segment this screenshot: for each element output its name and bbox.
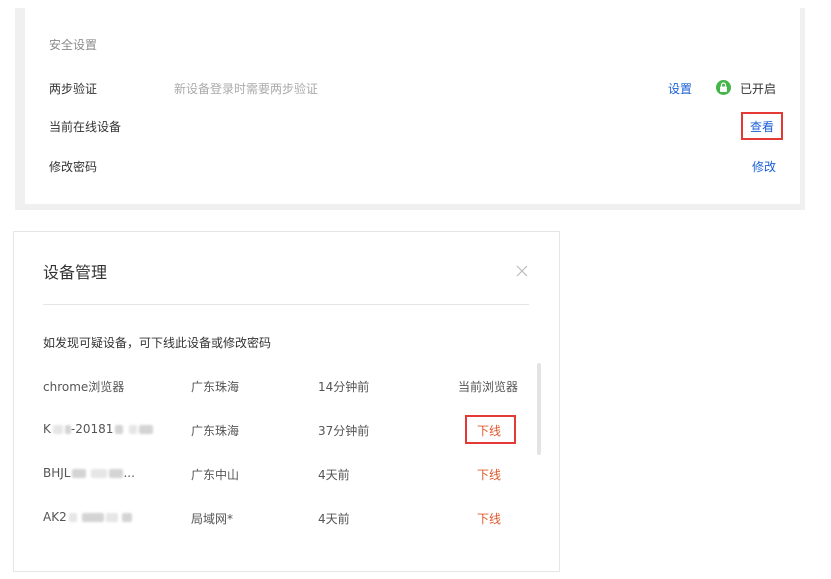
device-time: 4天前 <box>318 468 350 482</box>
close-icon[interactable] <box>516 265 528 277</box>
device-row: AK2 局域网* 4天前 下线 <box>14 506 529 530</box>
device-name: K -20181 <box>43 422 154 436</box>
change-password-label: 修改密码 <box>49 160 98 174</box>
device-time: 4天前 <box>318 512 350 526</box>
redacted-text <box>121 513 132 522</box>
security-settings-title: 安全设置 <box>49 38 98 52</box>
offline-button-highlight <box>465 415 516 444</box>
view-devices-highlight: 查看 <box>741 112 783 140</box>
online-devices-row: 当前在线设备 <box>25 114 800 138</box>
device-time: 37分钟前 <box>318 424 370 438</box>
change-password-row: 修改密码 修改 <box>25 154 800 178</box>
offline-button[interactable]: 下线 <box>477 510 501 527</box>
device-name: AK2 <box>43 510 132 524</box>
device-row: K -20181 广东珠海 37分钟前 下线 <box>14 418 529 442</box>
device-management-dialog: 设备管理 如发现可疑设备，可下线此设备或修改密码 chrome浏览器 广东珠海 … <box>13 231 560 572</box>
redacted-text <box>129 425 138 434</box>
device-location: 广东珠海 <box>191 380 240 394</box>
device-name-visible: -20181 <box>70 422 114 436</box>
view-devices-link[interactable]: 查看 <box>750 120 774 134</box>
device-row: chrome浏览器 广东珠海 14分钟前 当前浏览器 <box>14 374 529 398</box>
redacted-text <box>91 469 108 478</box>
security-settings-card: 安全设置 两步验证 新设备登录时需要两步验证 设置 已开启 当前在线设备 查看 … <box>25 8 800 204</box>
redacted-text <box>64 425 71 434</box>
redacted-text <box>115 425 124 434</box>
dialog-divider <box>43 304 529 305</box>
device-name-prefix: K <box>43 422 51 436</box>
redacted-text <box>68 513 77 522</box>
redacted-text <box>109 469 124 478</box>
redacted-text <box>105 513 118 522</box>
device-name-prefix: AK2 <box>43 510 67 524</box>
redacted-text <box>72 469 87 478</box>
change-password-link[interactable]: 修改 <box>752 158 776 175</box>
online-devices-label: 当前在线设备 <box>49 120 122 134</box>
device-current-state: 当前浏览器 <box>458 380 519 394</box>
two-step-row: 两步验证 新设备登录时需要两步验证 设置 已开启 <box>25 76 800 100</box>
device-row: BHJL... 广东中山 4天前 下线 <box>14 462 529 486</box>
two-step-description: 新设备登录时需要两步验证 <box>174 82 319 96</box>
two-step-status: 已开启 <box>740 82 777 96</box>
offline-button[interactable]: 下线 <box>477 466 501 483</box>
device-location: 广东中山 <box>191 468 240 482</box>
security-settings-panel: 安全设置 两步验证 新设备登录时需要两步验证 设置 已开启 当前在线设备 查看 … <box>15 8 805 210</box>
device-name-suffix: ... <box>123 466 135 480</box>
dialog-hint: 如发现可疑设备，可下线此设备或修改密码 <box>43 336 272 350</box>
device-name: BHJL... <box>43 466 135 480</box>
two-step-setting-link[interactable]: 设置 <box>668 80 692 97</box>
device-location: 局域网* <box>191 512 234 526</box>
device-location: 广东珠海 <box>191 424 240 438</box>
device-list-scrollbar[interactable] <box>537 363 541 455</box>
dialog-title: 设备管理 <box>43 263 108 282</box>
lock-icon <box>716 80 731 95</box>
redacted-text <box>52 425 63 434</box>
device-name: chrome浏览器 <box>43 380 125 394</box>
device-name-prefix: BHJL <box>43 466 71 480</box>
two-step-label: 两步验证 <box>49 82 98 96</box>
redacted-text <box>81 513 104 522</box>
device-time: 14分钟前 <box>318 380 370 394</box>
redacted-text <box>139 425 154 434</box>
